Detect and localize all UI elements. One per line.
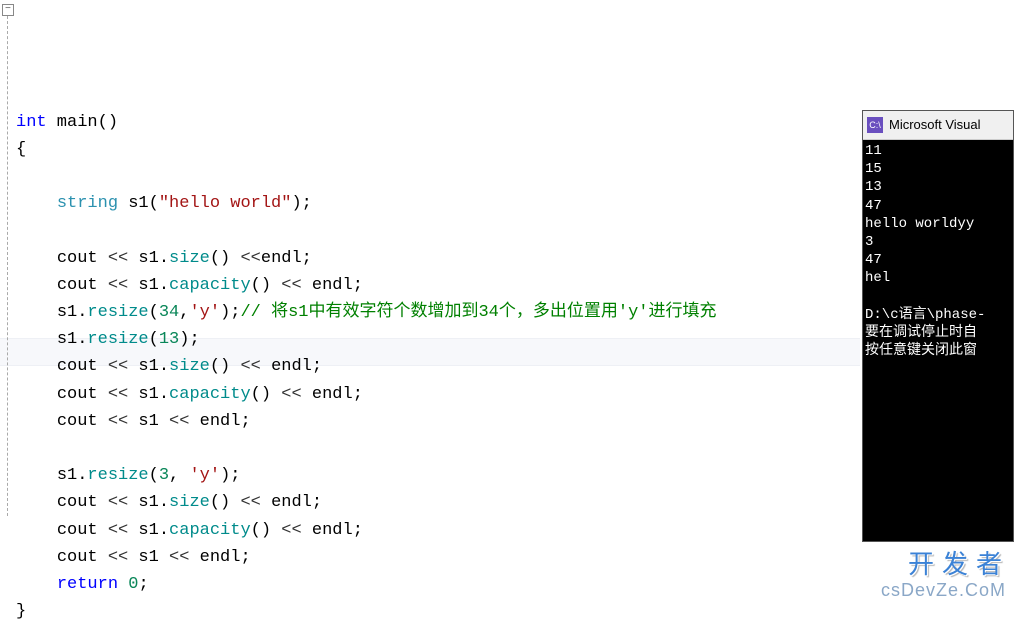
keyword-return: return — [57, 575, 118, 594]
code-editor[interactable]: − int main() { string s1("hello world");… — [0, 0, 876, 605]
console-title-text: Microsoft Visual — [889, 111, 981, 139]
watermark-url: csDevZe.CoM — [881, 580, 1006, 601]
func-main: main — [47, 113, 98, 132]
console-window[interactable]: C:\ Microsoft Visual 11 15 13 47 hello w… — [862, 110, 1014, 542]
fold-minus-icon[interactable]: − — [2, 4, 14, 16]
watermark-cn: 开发者 — [908, 544, 1010, 581]
var-s1: s1 — [118, 194, 149, 213]
brace-open: { — [16, 140, 26, 159]
string-literal: "hello world" — [159, 194, 292, 213]
console-output: 11 15 13 47 hello worldyy 3 47 hel D:\c语… — [863, 140, 1013, 362]
fold-line — [7, 16, 8, 516]
char-literal: 'y' — [189, 303, 220, 322]
method-size: size — [169, 249, 210, 268]
parens: () — [98, 113, 118, 132]
console-titlebar[interactable]: C:\ Microsoft Visual — [863, 111, 1013, 140]
vs-console-icon: C:\ — [867, 117, 883, 133]
method-capacity: capacity — [169, 276, 251, 295]
keyword-int: int — [16, 113, 47, 132]
comment: // 将s1中有效字符个数增加到34个，多出位置用'y'进行填充 — [240, 303, 716, 322]
method-resize: resize — [87, 303, 148, 322]
type-string: string — [57, 194, 118, 213]
